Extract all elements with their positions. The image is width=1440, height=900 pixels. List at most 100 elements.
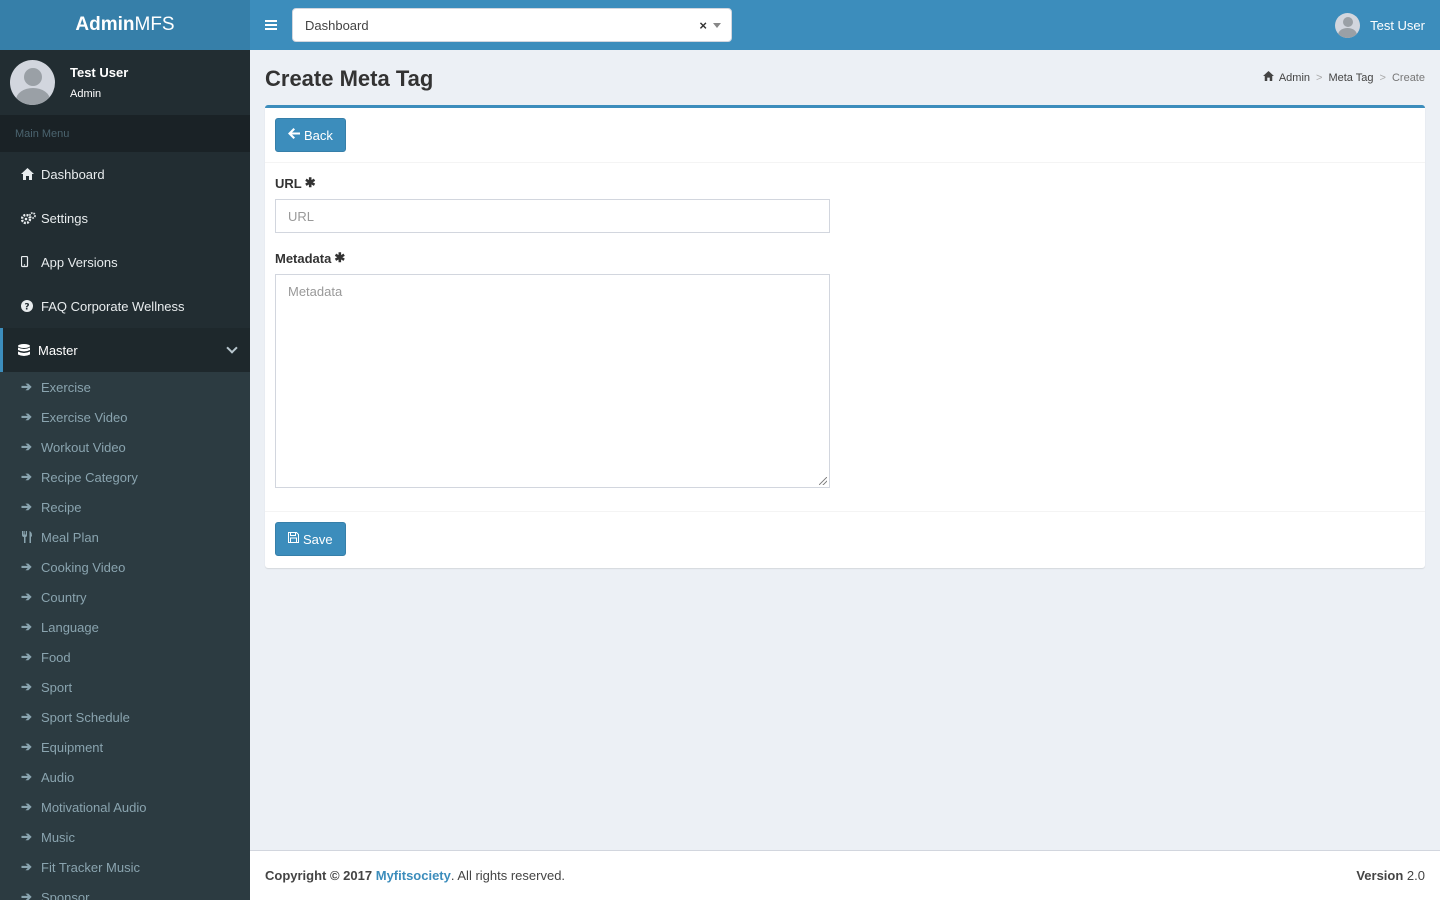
sidebar-subitem-country[interactable]: ➔ Country [0,582,250,612]
breadcrumb-admin[interactable]: Admin [1279,72,1310,84]
sidebar-item-settings[interactable]: Settings [0,196,250,240]
sidebar-subitem-label: Recipe Category [41,469,138,485]
sidebar-item-label: FAQ Corporate Wellness [41,298,185,314]
metadata-label-text: Metadata [275,250,332,266]
arrow-right-icon: ➔ [21,559,32,574]
metadata-textarea[interactable]: Metadata [275,274,830,488]
sidebar-subitem-language[interactable]: ➔ Language [0,612,250,642]
sidebar-subitem-exercise[interactable]: ➔ Exercise [0,372,250,402]
breadcrumb-meta-tag[interactable]: Meta Tag [1328,72,1373,84]
sidebar-toggle-button[interactable] [250,0,292,50]
arrow-left-icon [288,128,300,142]
sidebar-subitem-equipment[interactable]: ➔ Equipment [0,732,250,762]
sidebar-subitem-audio[interactable]: ➔ Audio [0,762,250,792]
svg-text:?: ? [24,303,29,313]
clear-selection-icon[interactable]: × [699,18,707,33]
sidebar-subitem-label: Exercise [41,379,91,395]
sidebar-subitem-recipe[interactable]: ➔ Recipe [0,492,250,522]
floppy-disk-icon [288,532,299,546]
company-link[interactable]: Myfitsociety [376,868,451,883]
arrow-right-icon: ➔ [21,889,32,900]
arrow-right-icon: ➔ [21,769,32,784]
sidebar-subitem-label: Music [41,829,75,845]
sidebar-item-app-versions[interactable]: App Versions [0,240,250,284]
save-button[interactable]: Save [275,522,346,556]
brand-light: MFS [134,14,175,35]
sidebar-subitem-label: Meal Plan [41,529,99,545]
required-asterisk-icon: ✱ [334,250,346,265]
arrow-right-icon: ➔ [21,409,32,424]
sidebar-subitem-label: Country [41,589,87,605]
mobile-icon [21,256,41,268]
question-circle-icon: ? [21,300,41,312]
brand-logo[interactable]: Admin MFS [0,0,250,50]
bars-icon [265,20,277,30]
url-input[interactable]: URL [275,199,830,233]
sidebar-item-label: Master [38,342,78,358]
copyright-suffix: . All rights reserved. [450,868,566,883]
back-label: Back [304,127,333,143]
user-role: Admin [70,88,102,100]
sidebar-subitem-label: Language [41,619,99,635]
chevron-down-icon [226,342,238,354]
sidebar-subitem-meal-plan[interactable]: Meal Plan [0,522,250,552]
sidebar-subitem-recipe-category[interactable]: ➔ Recipe Category [0,462,250,492]
sidebar-subitem-sport[interactable]: ➔ Sport [0,672,250,702]
sidebar-subitem-motivational-audio[interactable]: ➔ Motivational Audio [0,792,250,822]
arrow-right-icon: ➔ [21,379,32,394]
menu-header: Main Menu [0,115,250,152]
top-navbar: Dashboard × Test User [250,0,1440,50]
version-info: Version 2.0 [1356,868,1425,883]
sidebar-item-master[interactable]: Master [0,328,250,372]
resize-handle-icon[interactable] [819,477,827,485]
arrow-right-icon: ➔ [21,799,32,814]
version-number: 2.0 [1406,868,1425,883]
sidebar-subitem-music[interactable]: ➔ Music [0,822,250,852]
breadcrumb-separator: > [1316,71,1323,84]
arrow-right-icon: ➔ [21,439,32,454]
user-menu[interactable]: Test User [1335,12,1425,38]
page-select-value: Dashboard [305,17,369,33]
url-label: URL ✱ [275,175,1415,191]
arrow-right-icon: ➔ [21,829,32,844]
back-button[interactable]: Back [275,118,346,152]
breadcrumb-create: Create [1391,71,1425,84]
sidebar-subitem-sponsor[interactable]: ➔ Sponsor [0,882,250,900]
arrow-right-icon: ➔ [21,649,32,664]
caret-down-icon[interactable] [713,22,721,28]
arrow-right-icon: ➔ [21,469,32,484]
avatar [1335,12,1361,38]
sidebar-subitem-sport-schedule[interactable]: ➔ Sport Schedule [0,702,250,732]
database-icon [18,343,38,357]
page-footer: Copyright © 2017 Myfitsociety. All right… [250,850,1440,900]
copyright-prefix: Copyright © 2017 [265,868,373,883]
sidebar: Admin MFS Test User Admin Main Menu Dashb… [0,0,250,900]
sidebar-subitem-food[interactable]: ➔ Food [0,642,250,672]
arrow-right-icon: ➔ [21,739,32,754]
user-name: Test User [70,65,129,80]
avatar [10,60,55,105]
top-user-name: Test User [1370,17,1425,33]
sidebar-subitem-label: Exercise Video [41,409,128,425]
save-label: Save [303,531,333,547]
breadcrumb: Admin > Meta Tag > Create [1262,71,1425,84]
sidebar-item-dashboard[interactable]: Dashboard [0,152,250,196]
sidebar-subitem-cooking-video[interactable]: ➔ Cooking Video [0,552,250,582]
sidebar-subitem-workout-video[interactable]: ➔ Workout Video [0,432,250,462]
sidebar-subitem-label: Recipe [41,499,82,515]
sidebar-subitem-exercise-video[interactable]: ➔ Exercise Video [0,402,250,432]
home-icon [21,168,41,180]
content-wrapper: Create Meta Tag Admin > Meta Tag > Creat… [250,50,1440,850]
page-select-dropdown[interactable]: Dashboard × [292,8,732,42]
arrow-right-icon: ➔ [21,589,32,604]
sidebar-item-label: App Versions [41,254,118,270]
arrow-right-icon: ➔ [21,859,32,874]
sidebar-subitem-label: Audio [41,769,75,785]
sidebar-subitem-fit-tracker-music[interactable]: ➔ Fit Tracker Music [0,852,250,882]
arrow-right-icon: ➔ [21,619,32,634]
sidebar-subitem-label: Workout Video [41,439,126,455]
required-asterisk-icon: ✱ [304,175,316,190]
sidebar-item-faq[interactable]: ? FAQ Corporate Wellness [0,284,250,328]
sidebar-subitem-label: Sport [41,679,73,695]
sidebar-subitem-label: Sponsor [41,889,90,900]
